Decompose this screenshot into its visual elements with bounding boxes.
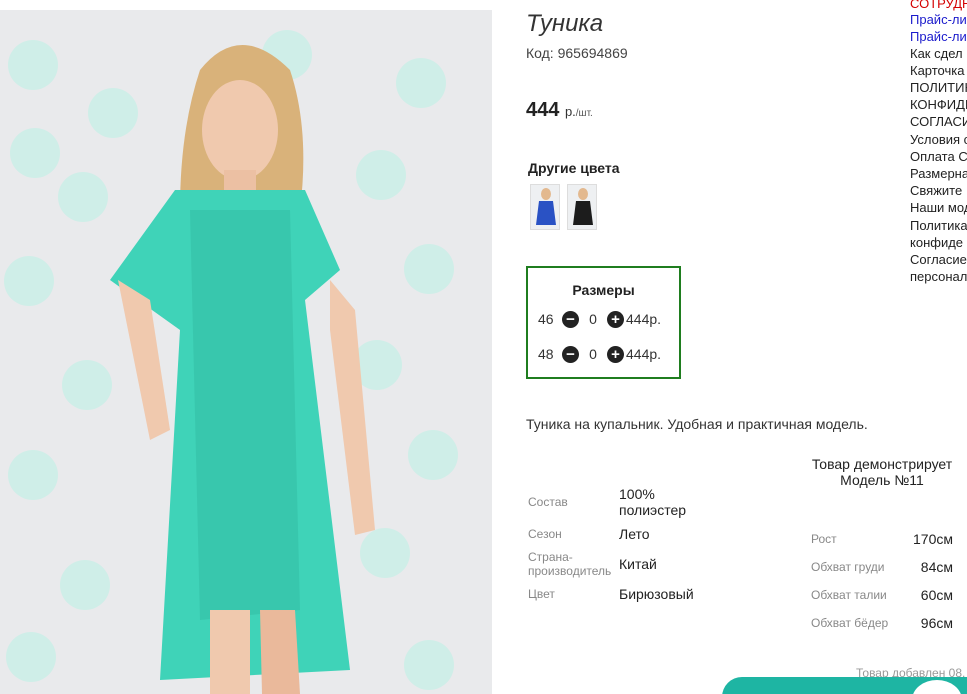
property-value: 100% полиэстер (619, 486, 687, 518)
plus-circle-icon[interactable]: + (607, 310, 624, 328)
side-link[interactable]: Условия с (910, 132, 967, 147)
minus-circle-icon[interactable]: − (562, 345, 579, 363)
price-per: /шт. (575, 108, 593, 119)
size-row: 46 − 0 + 444р. (538, 310, 661, 328)
side-link[interactable]: Прайс-ли (910, 29, 967, 44)
property-value: Бирюзовый (619, 586, 694, 602)
side-link[interactable]: Согласие (910, 252, 967, 267)
color-thumb-black[interactable] (567, 184, 597, 230)
property-label: Сезон (528, 527, 562, 541)
side-link[interactable]: Свяжите (910, 183, 962, 198)
property-label: Состав (528, 495, 568, 509)
product-code: Код: 965694869 (526, 45, 628, 61)
side-link[interactable]: Прайс-ли (910, 12, 967, 27)
property-label: Страна-производитель (528, 550, 612, 578)
size-label: 48 (538, 346, 554, 362)
plus-circle-icon[interactable]: + (607, 345, 624, 363)
side-link[interactable]: СОГЛАСИ (910, 114, 967, 129)
side-link[interactable]: КОНФИДЕ (910, 97, 967, 112)
side-link[interactable]: Политика (910, 218, 967, 233)
side-link[interactable]: ПОЛИТИК (910, 80, 967, 95)
size-price: 444р. (626, 346, 662, 362)
other-colors-title: Другие цвета (528, 160, 620, 176)
side-link[interactable]: Оплата С (910, 149, 967, 164)
color-thumb-blue[interactable] (530, 184, 560, 230)
side-link[interactable]: Наши мод (910, 200, 967, 215)
measurement-label: Обхват груди (811, 560, 885, 574)
price-unit: р. (564, 104, 576, 119)
product-price: 444 р./шт. (526, 99, 593, 122)
measurement-label: Обхват талии (811, 588, 887, 602)
measurement-label: Рост (811, 532, 837, 546)
sizes-panel: Размеры 46 − 0 + 444р. 48 − 0 + 444р. (526, 266, 681, 379)
sizes-title: Размеры (572, 282, 635, 298)
side-link[interactable]: Карточка (910, 63, 964, 78)
product-description: Туника на купальник. Удобная и практична… (526, 416, 868, 432)
side-link[interactable]: Размерна (910, 166, 967, 181)
minus-circle-icon[interactable]: − (562, 310, 579, 328)
price-value: 444 (526, 99, 560, 121)
property-label: Цвет (528, 587, 555, 601)
measurement-label: Обхват бёдер (811, 616, 889, 630)
size-label: 46 (538, 311, 554, 327)
side-link[interactable]: Как сдел (910, 46, 963, 61)
side-link[interactable]: СОТРУДН (910, 0, 967, 11)
side-link[interactable]: персонал (910, 269, 967, 284)
size-row: 48 − 0 + 444р. (538, 345, 661, 363)
property-value: Лето (619, 526, 650, 542)
side-link-list: СОТРУДН Прайс-ли Прайс-ли Как сдел Карто… (910, 0, 967, 694)
property-value: Китай (619, 556, 657, 572)
size-price: 444р. (626, 311, 662, 327)
product-photo[interactable] (0, 10, 492, 694)
product-title: Туника (526, 10, 604, 37)
quantity-value[interactable]: 0 (579, 311, 607, 327)
quantity-value[interactable]: 0 (579, 346, 607, 362)
side-link[interactable]: конфиде (910, 235, 963, 250)
model-figure (110, 45, 375, 694)
